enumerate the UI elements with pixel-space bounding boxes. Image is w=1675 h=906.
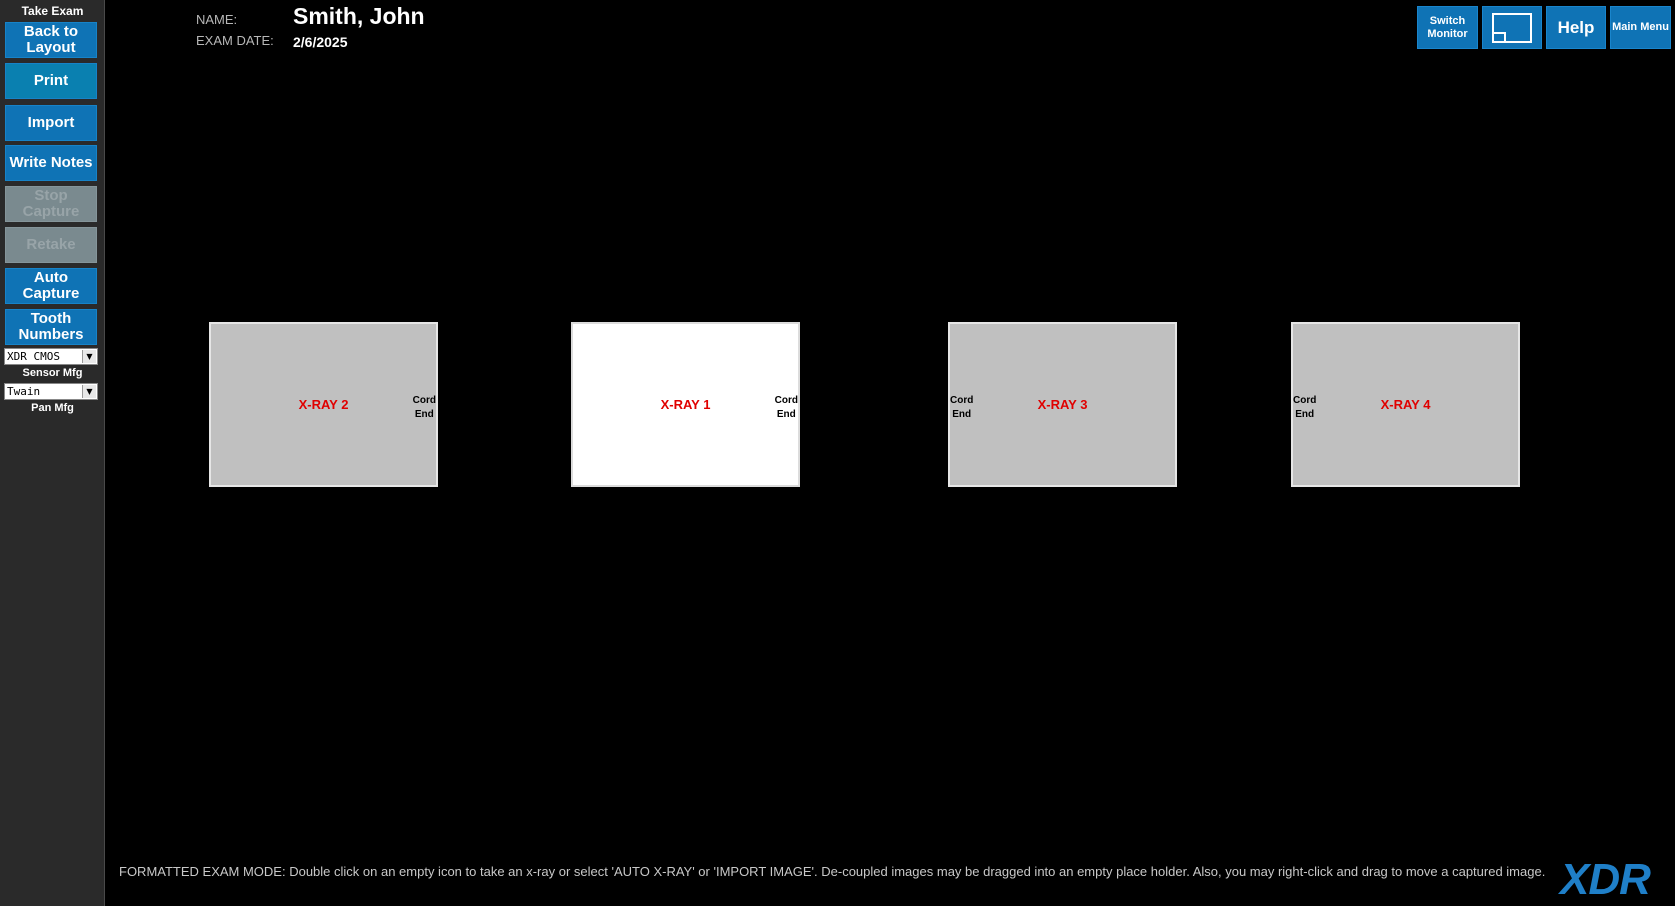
- xray-slot-3[interactable]: X-RAY 3 Cord End: [948, 322, 1177, 487]
- xray-label: X-RAY 2: [298, 397, 349, 412]
- pan-mfg-caption: Pan Mfg: [31, 402, 74, 414]
- print-button[interactable]: Print: [5, 63, 97, 99]
- name-label: NAME:: [196, 12, 238, 27]
- main-menu-button[interactable]: Main Menu: [1610, 6, 1671, 49]
- chevron-down-icon[interactable]: ▼: [82, 350, 96, 363]
- auto-capture-button[interactable]: Auto Capture: [5, 268, 97, 304]
- monitor-icon: [1492, 12, 1532, 43]
- sidebar: Take Exam Back to Layout Print Import Wr…: [0, 0, 105, 906]
- help-button[interactable]: Help: [1546, 6, 1606, 49]
- exam-date-label: EXAM DATE:: [196, 33, 274, 48]
- xdr-logo: XDR: [1560, 855, 1651, 904]
- pan-mfg-value: Twain: [7, 385, 41, 398]
- import-button[interactable]: Import: [5, 105, 97, 141]
- patient-name: Smith, John: [293, 3, 425, 29]
- pan-mfg-select[interactable]: Twain ▼: [4, 383, 98, 400]
- cord-end-marker: Cord End: [1293, 395, 1317, 420]
- chevron-down-icon[interactable]: ▼: [82, 385, 96, 398]
- sensor-mfg-select[interactable]: XDR CMOS ▼: [4, 348, 98, 365]
- switch-monitor-button[interactable]: Switch Monitor: [1417, 6, 1478, 49]
- xray-slot-2[interactable]: X-RAY 2 Cord End: [209, 322, 438, 487]
- back-to-layout-button[interactable]: Back to Layout: [5, 22, 97, 58]
- write-notes-button[interactable]: Write Notes: [5, 145, 97, 181]
- sidebar-title: Take Exam: [21, 4, 84, 18]
- sensor-mfg-caption: Sensor Mfg: [22, 367, 83, 379]
- xray-slot-4[interactable]: X-RAY 4 Cord End: [1291, 322, 1520, 487]
- instructions-text: FORMATTED EXAM MODE: Double click on an …: [119, 864, 1546, 879]
- monitor-layout-button[interactable]: [1482, 6, 1542, 49]
- xray-label: X-RAY 1: [660, 397, 711, 412]
- cord-end-marker: Cord End: [774, 395, 798, 420]
- retake-button: Retake: [5, 227, 97, 263]
- exam-date: 2/6/2025: [293, 34, 348, 50]
- xray-label: X-RAY 4: [1380, 397, 1431, 412]
- cord-end-marker: Cord End: [950, 395, 974, 420]
- cord-end-marker: Cord End: [412, 395, 436, 420]
- xray-slot-1[interactable]: X-RAY 1 Cord End: [571, 322, 800, 487]
- xray-label: X-RAY 3: [1037, 397, 1088, 412]
- stop-capture-button: Stop Capture: [5, 186, 97, 222]
- sensor-mfg-value: XDR CMOS: [7, 350, 60, 363]
- tooth-numbers-button[interactable]: Tooth Numbers: [5, 309, 97, 345]
- take-exam-window: Take Exam Back to Layout Print Import Wr…: [0, 0, 1675, 906]
